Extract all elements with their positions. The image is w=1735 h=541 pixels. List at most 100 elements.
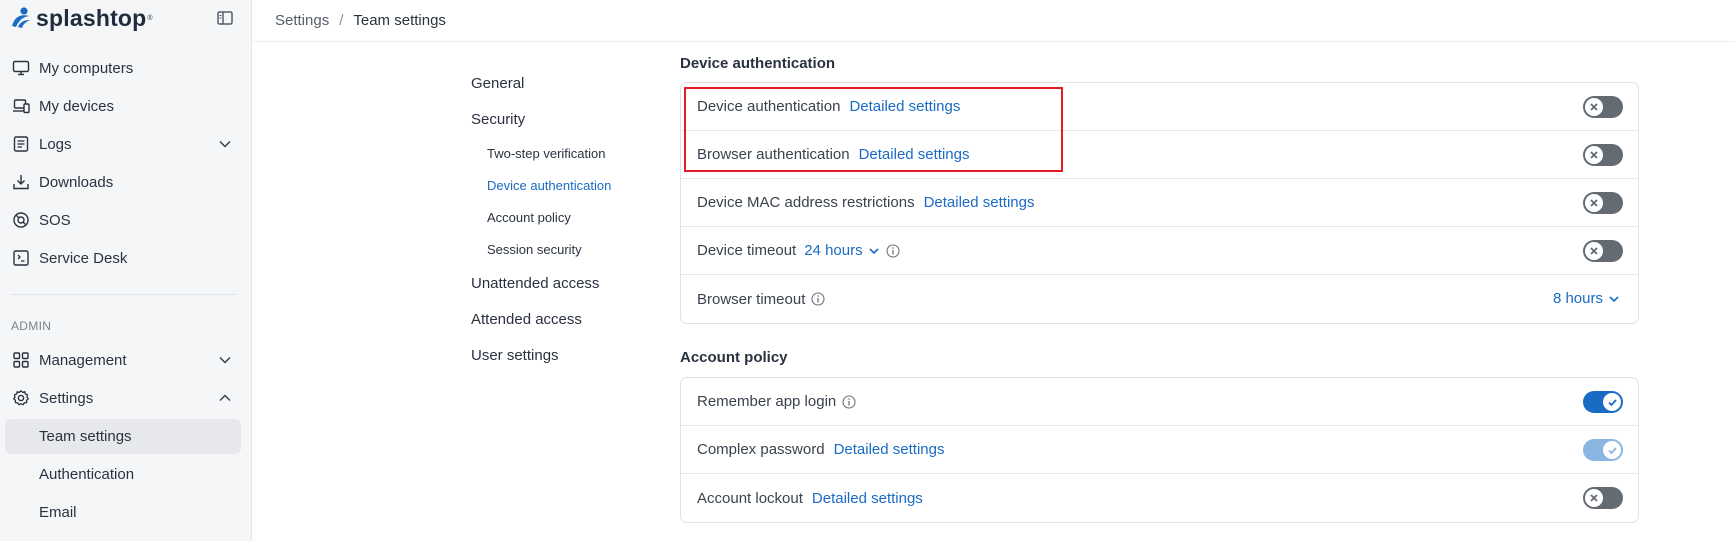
grid-icon <box>12 351 30 369</box>
service-desk-icon <box>12 249 30 267</box>
sidebar-item-team-settings[interactable]: Team settings <box>5 419 241 454</box>
devices-icon <box>12 97 30 115</box>
breadcrumb-current: Team settings <box>353 12 446 29</box>
gear-icon <box>12 389 30 407</box>
sidebar-item-downloads[interactable]: Downloads <box>0 164 252 200</box>
detailed-settings-link[interactable]: Detailed settings <box>849 98 960 115</box>
device-mac-restrictions-toggle[interactable] <box>1583 192 1623 214</box>
x-icon <box>1585 98 1603 116</box>
chevron-down-icon <box>869 247 879 254</box>
breadcrumb: Settings / Team settings <box>253 0 1735 42</box>
sidebar-item-label: My computers <box>39 59 134 77</box>
row-label: Device timeout <box>697 242 797 259</box>
sidebar-item-logs[interactable]: Logs <box>0 126 252 162</box>
sidebar-item-authentication[interactable]: Authentication <box>5 457 241 492</box>
detailed-settings-link[interactable]: Detailed settings <box>834 441 945 458</box>
admin-section-label: ADMIN <box>11 319 52 333</box>
detailed-settings-link[interactable]: Detailed settings <box>812 490 923 507</box>
browser-authentication-toggle[interactable] <box>1583 144 1623 166</box>
browser-timeout-dropdown[interactable]: 8 hours <box>1553 290 1620 307</box>
sidebar-item-my-devices[interactable]: My devices <box>0 88 252 124</box>
settings-row-remember-app-login: Remember app login <box>681 378 1638 426</box>
settings-row-complex-password: Complex password Detailed settings <box>681 426 1638 474</box>
monitor-icon <box>12 59 30 77</box>
detailed-settings-link[interactable]: Detailed settings <box>859 146 970 163</box>
logo-row: splashtop ® <box>0 0 251 36</box>
row-label: Device authentication <box>697 98 841 115</box>
account-policy-card: Remember app login Complex password Deta… <box>680 377 1639 523</box>
subnav-attended-access[interactable]: Attended access <box>471 311 582 328</box>
sidebar-item-service-desk[interactable]: Service Desk <box>0 240 252 276</box>
row-label: Remember app login <box>697 393 837 410</box>
device-authentication-card: Device authentication Detailed settings … <box>680 82 1639 324</box>
row-label: Complex password <box>697 441 825 458</box>
logs-icon <box>12 135 30 153</box>
sidebar-item-label: SOS <box>39 211 71 229</box>
subnav-user-settings[interactable]: User settings <box>471 347 559 364</box>
sidebar-item-label: Settings <box>39 389 94 407</box>
dropdown-value: 24 hours <box>804 242 863 259</box>
dropdown-value: 8 hours <box>1552 290 1603 307</box>
subnav-general[interactable]: General <box>471 75 524 92</box>
check-icon <box>1603 393 1621 411</box>
info-icon[interactable] <box>886 243 900 258</box>
x-icon <box>1585 489 1603 507</box>
sidebar-item-label: Logs <box>39 135 72 153</box>
check-icon <box>1603 441 1621 459</box>
row-label: Device MAC address restrictions <box>697 194 915 211</box>
brand-name: splashtop <box>36 4 147 31</box>
sidebar-collapse-icon[interactable] <box>216 9 234 27</box>
breadcrumb-separator: / <box>339 12 344 29</box>
settings-row-browser-authentication: Browser authentication Detailed settings <box>681 131 1638 179</box>
subnav-unattended-access[interactable]: Unattended access <box>471 275 599 292</box>
sidebar-item-email[interactable]: Email <box>5 495 241 530</box>
subnav-session-security[interactable]: Session security <box>487 242 582 257</box>
sidebar-item-label: My devices <box>39 97 115 115</box>
sidebar: splashtop ® My computers My devices Logs <box>0 0 252 541</box>
info-icon[interactable] <box>811 292 825 306</box>
chevron-down-icon <box>219 356 231 364</box>
sidebar-item-my-computers[interactable]: My computers <box>0 50 252 86</box>
account-policy-section-title: Account policy <box>680 349 788 366</box>
row-label: Account lockout <box>697 489 803 507</box>
sidebar-item-label: Management <box>39 351 127 369</box>
settings-row-browser-timeout: Browser timeout 8 hours <box>681 275 1638 323</box>
settings-row-device-mac-restrictions: Device MAC address restrictions Detailed… <box>681 179 1638 227</box>
sos-icon <box>12 211 30 229</box>
sidebar-item-sos[interactable]: SOS <box>0 202 252 238</box>
row-label: Browser timeout <box>697 290 806 308</box>
sidebar-item-management[interactable]: Management <box>0 342 252 378</box>
account-lockout-toggle[interactable] <box>1583 487 1623 509</box>
settings-row-device-timeout: Device timeout 24 hours <box>681 227 1638 275</box>
splashtop-logo[interactable]: splashtop ® <box>9 6 153 30</box>
breadcrumb-settings[interactable]: Settings <box>275 12 329 29</box>
device-timeout-dropdown[interactable]: 24 hours <box>804 242 879 259</box>
device-authentication-toggle[interactable] <box>1583 96 1623 118</box>
info-icon[interactable] <box>842 394 856 409</box>
detailed-settings-link[interactable]: Detailed settings <box>924 194 1035 211</box>
brand-trademark: ® <box>147 14 153 22</box>
settings-row-account-lockout: Account lockout Detailed settings <box>681 474 1638 522</box>
subnav-device-authentication[interactable]: Device authentication <box>487 178 611 193</box>
x-icon <box>1585 242 1603 260</box>
row-label: Browser authentication <box>697 146 850 163</box>
splashtop-logo-icon <box>12 7 30 28</box>
download-icon <box>12 173 30 191</box>
subnav-two-step-verification[interactable]: Two-step verification <box>487 146 606 161</box>
device-timeout-toggle[interactable] <box>1583 240 1623 262</box>
remember-app-login-toggle[interactable] <box>1583 391 1623 413</box>
chevron-down-icon <box>1609 295 1619 302</box>
chevron-up-icon <box>219 394 231 402</box>
sidebar-item-label: Downloads <box>39 173 114 191</box>
subnav-security[interactable]: Security <box>471 111 525 128</box>
x-icon <box>1585 146 1603 164</box>
settings-row-device-authentication: Device authentication Detailed settings <box>681 83 1638 131</box>
x-icon <box>1585 194 1603 212</box>
sidebar-divider <box>10 294 236 295</box>
device-authentication-section-title: Device authentication <box>680 55 836 72</box>
complex-password-toggle[interactable] <box>1583 439 1623 461</box>
sidebar-item-settings[interactable]: Settings <box>0 380 252 416</box>
sidebar-item-label: Service Desk <box>39 249 128 267</box>
subnav-account-policy[interactable]: Account policy <box>487 210 571 225</box>
chevron-down-icon <box>219 140 231 148</box>
